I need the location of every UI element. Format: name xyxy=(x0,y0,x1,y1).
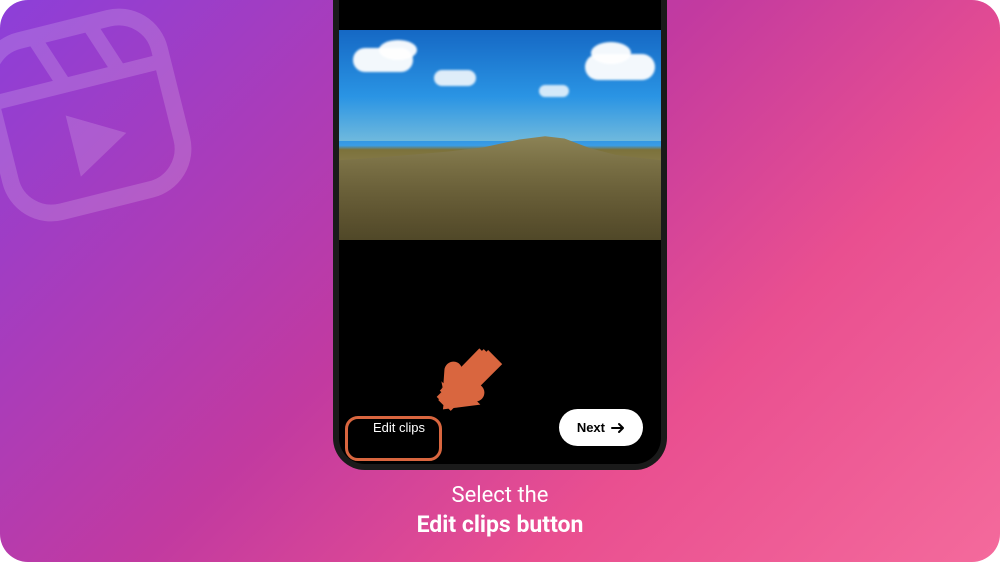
edit-clips-button[interactable]: Edit clips xyxy=(357,409,441,446)
edit-clips-label: Edit clips xyxy=(373,420,425,435)
instruction-caption: Select the Edit clips button xyxy=(0,482,1000,540)
caption-line-1: Select the xyxy=(0,482,1000,511)
next-button[interactable]: Next xyxy=(559,409,643,446)
video-preview xyxy=(339,30,661,240)
next-label: Next xyxy=(577,420,605,435)
arrow-right-icon xyxy=(611,422,625,434)
caption-line-2: Edit clips button xyxy=(0,510,1000,540)
phone-frame: Edit clips Next xyxy=(333,0,667,470)
reels-icon xyxy=(0,0,212,242)
tutorial-canvas: Edit clips Next Select the Edit cl xyxy=(0,0,1000,562)
